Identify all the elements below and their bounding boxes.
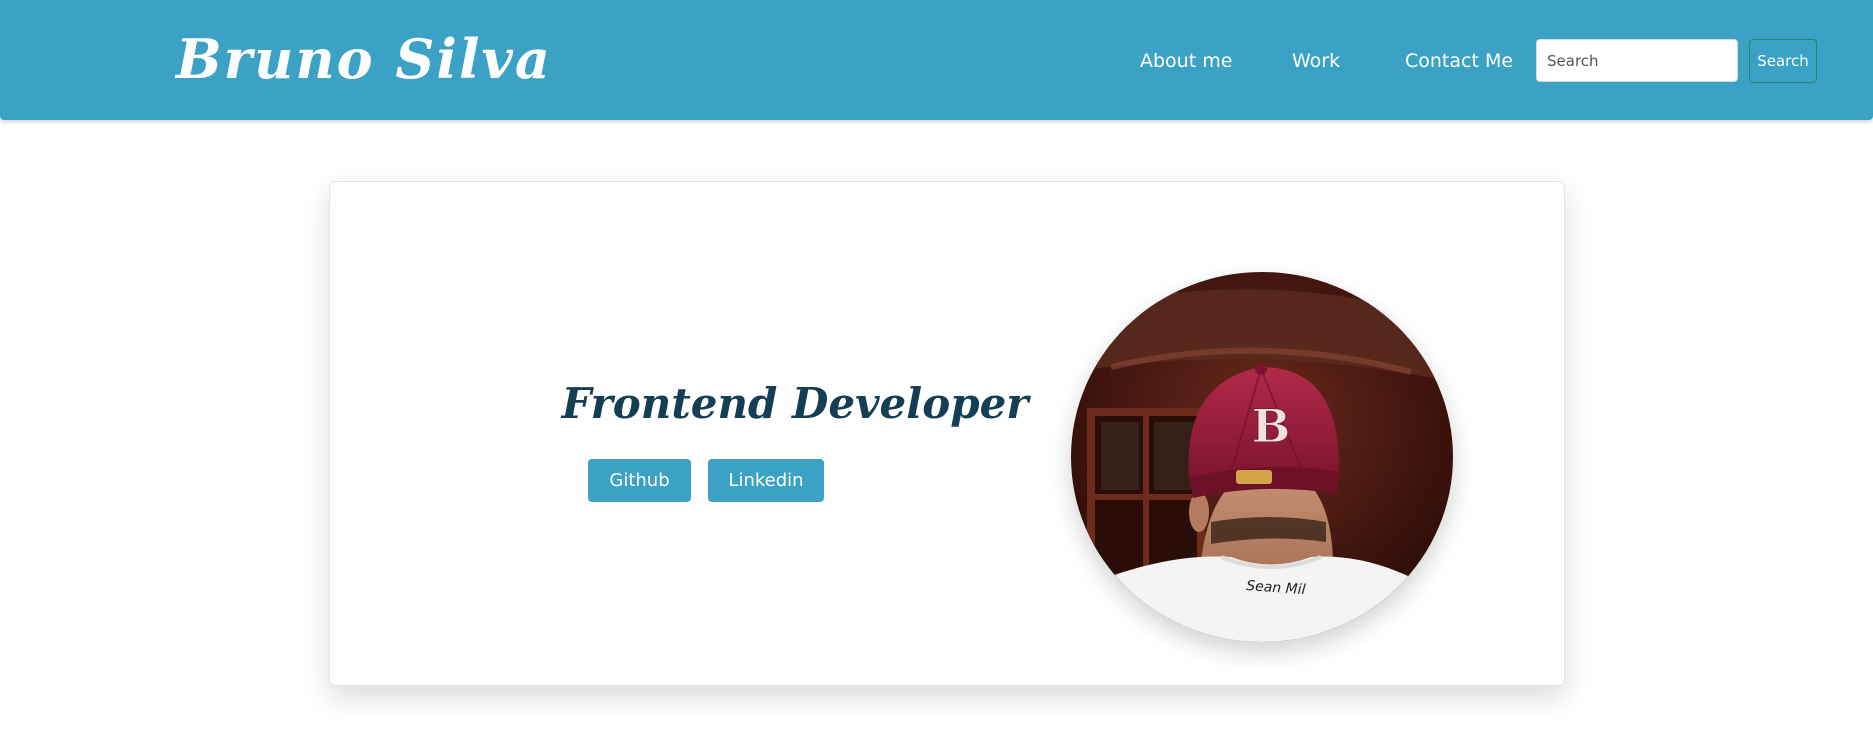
brand-logo[interactable]: Bruno Silva [176,24,552,94]
nav-link-work[interactable]: Work [1292,47,1340,75]
svg-text:B: B [1252,399,1291,453]
search-button[interactable]: Search [1749,39,1817,83]
profile-photo: B Sean Mil [1071,272,1453,642]
nav-link-about-me[interactable]: About me [1140,47,1232,75]
hero-card: Frontend Developer Github Linkedin B Sea… [329,181,1565,686]
top-navbar: Bruno Silva About me Work Contact Me Sea… [0,0,1873,120]
hero-title: Frontend Developer [561,379,1029,428]
linkedin-button[interactable]: Linkedin [708,459,824,502]
github-button[interactable]: Github [588,459,691,502]
nav-link-contact-me[interactable]: Contact Me [1405,47,1513,75]
profile-photo-illustration: B Sean Mil [1071,272,1453,642]
search-input[interactable] [1536,39,1738,82]
